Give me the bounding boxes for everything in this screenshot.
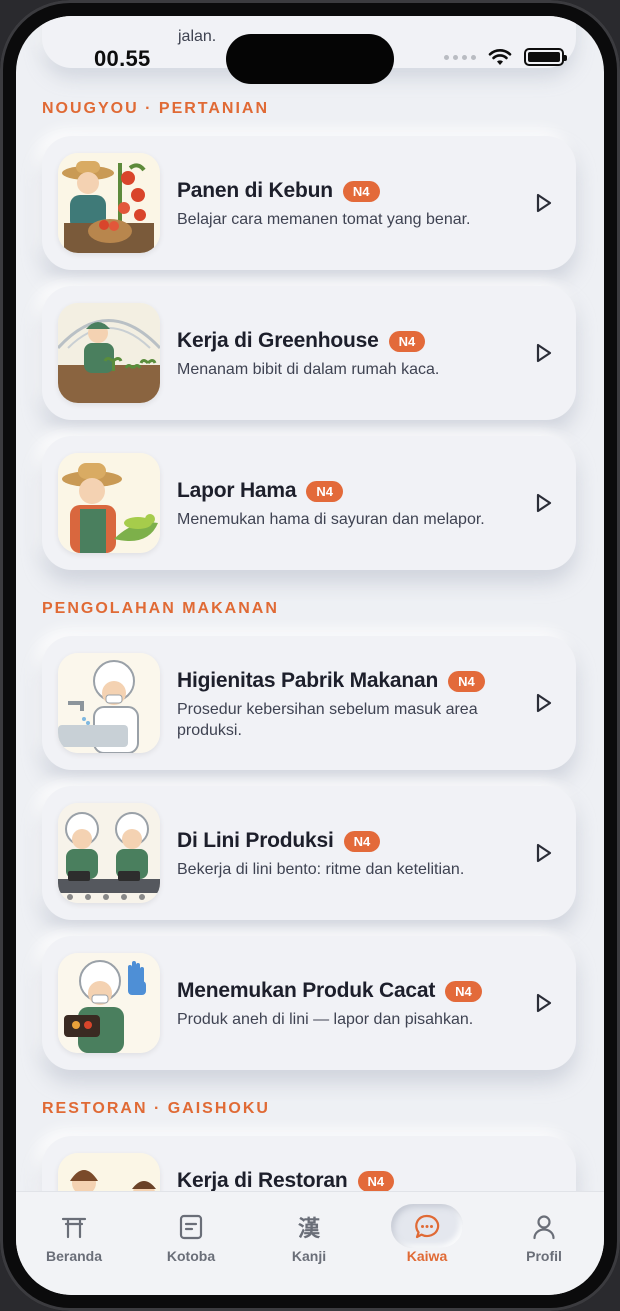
play-icon[interactable]	[534, 342, 554, 364]
lesson-card-greenhouse[interactable]: Kerja di Greenhouse N4 Menanam bibit di …	[42, 286, 576, 420]
nav-item-kanji[interactable]: 漢 Kanji	[259, 1212, 359, 1264]
greenhouse-worker-icon	[58, 303, 160, 403]
nav-item-kotoba[interactable]: Kotoba	[141, 1212, 241, 1264]
lesson-desc: jalan.	[178, 28, 217, 45]
nav-label: Profil	[526, 1248, 562, 1264]
level-badge: N4	[445, 980, 482, 1002]
level-badge: N4	[343, 830, 381, 852]
lesson-desc: Menemukan hama di sayuran dan melapor.	[177, 511, 485, 528]
play-icon[interactable]	[534, 492, 554, 514]
signal-dots-icon	[444, 54, 476, 60]
lesson-desc: Belajar cara memanen tomat yang benar.	[177, 211, 471, 228]
lesson-card-lini-produksi[interactable]: Di Lini Produksi N4 Bekerja di lini bent…	[42, 786, 576, 920]
lesson-desc: Bekerja di lini bento: ritme dan ketelit…	[177, 861, 465, 878]
phone-frame: 00.55 jalan. NOUGYOU · PERTANIAN Panen d…	[0, 0, 620, 1311]
level-badge: N4	[306, 480, 343, 502]
level-badge: N4	[342, 180, 380, 202]
section-title-pertanian: NOUGYOU · PERTANIAN	[42, 100, 270, 117]
level-badge: N4	[357, 1170, 395, 1192]
lesson-desc: Menanam bibit di dalam rumah kaca.	[177, 361, 440, 378]
person-icon	[494, 1212, 594, 1242]
play-icon[interactable]	[534, 842, 554, 864]
status-time: 00.55	[94, 46, 151, 71]
kanji-glyph: 漢	[297, 1217, 320, 1242]
dynamic-island	[226, 34, 394, 84]
lesson-title: Panen di Kebun	[177, 179, 333, 202]
lesson-title-row: Kerja di Restoran N4	[177, 1169, 395, 1193]
lesson-title: Higienitas Pabrik Makanan	[177, 669, 439, 692]
lesson-title-row: Menemukan Produk Cacat N4	[177, 979, 482, 1003]
bottom-nav: Beranda Kotoba 漢 Kanji Kaiwa Profil	[16, 1191, 604, 1295]
nav-label: Kanji	[291, 1248, 327, 1264]
play-icon[interactable]	[534, 992, 554, 1014]
lesson-title: Kerja di Restoran	[177, 1169, 348, 1192]
farmer-pest-icon	[58, 453, 160, 553]
nav-label: Kotoba	[166, 1248, 216, 1264]
app-screen: 00.55 jalan. NOUGYOU · PERTANIAN Panen d…	[16, 16, 604, 1295]
lesson-card-panen[interactable]: Panen di Kebun N4 Belajar cara memanen t…	[42, 136, 576, 270]
nav-item-beranda[interactable]: Beranda	[24, 1212, 124, 1264]
card-icon	[141, 1212, 241, 1242]
battery-icon	[524, 48, 567, 66]
nav-item-profil[interactable]: Profil	[494, 1212, 594, 1264]
torii-icon	[24, 1212, 124, 1242]
play-icon[interactable]	[534, 692, 554, 714]
wifi-icon	[488, 48, 512, 66]
lesson-card-produk-cacat[interactable]: Menemukan Produk Cacat N4 Produk aneh di…	[42, 936, 576, 1070]
status-icons	[444, 48, 567, 66]
section-title-restoran: RESTORAN · GAISHOKU	[42, 1100, 270, 1117]
nav-item-kaiwa[interactable]: Kaiwa	[377, 1204, 477, 1264]
lesson-title-row: Kerja di Greenhouse N4	[177, 329, 426, 353]
level-badge: N4	[448, 670, 485, 692]
section-title-pengolahan-makanan: PENGOLAHAN MAKANAN	[42, 600, 279, 617]
lesson-desc: Produk aneh di lini — lapor dan pisahkan…	[177, 1011, 474, 1028]
bento-line-workers-icon	[58, 803, 160, 903]
lesson-title-row: Panen di Kebun N4	[177, 179, 380, 203]
lesson-title: Lapor Hama	[177, 479, 297, 502]
lesson-title: Kerja di Greenhouse	[177, 329, 379, 352]
worker-handwash-icon	[58, 653, 160, 753]
lesson-title-row: Di Lini Produksi N4	[177, 829, 381, 853]
kanji-icon: 漢	[259, 1212, 359, 1242]
lesson-title-row: Lapor Hama N4	[177, 479, 343, 503]
level-badge: N4	[388, 330, 426, 352]
lesson-desc: Prosedur kebersihan sebelum masuk area p…	[177, 701, 478, 739]
lesson-card-lapor-hama[interactable]: Lapor Hama N4 Menemukan hama di sayuran …	[42, 436, 576, 570]
worker-defect-icon	[58, 953, 160, 1053]
lesson-title-row: Higienitas Pabrik Makanan N4	[177, 669, 485, 693]
play-icon[interactable]	[534, 192, 554, 214]
farmer-harvest-icon	[58, 153, 160, 253]
lesson-title: Di Lini Produksi	[177, 829, 334, 852]
lesson-title: Menemukan Produk Cacat	[177, 979, 436, 1002]
nav-label: Kaiwa	[406, 1248, 448, 1264]
chat-bubble-icon	[377, 1204, 477, 1248]
lesson-card-higienitas[interactable]: Higienitas Pabrik Makanan N4 Prosedur ke…	[42, 636, 576, 770]
nav-label: Beranda	[45, 1248, 103, 1264]
